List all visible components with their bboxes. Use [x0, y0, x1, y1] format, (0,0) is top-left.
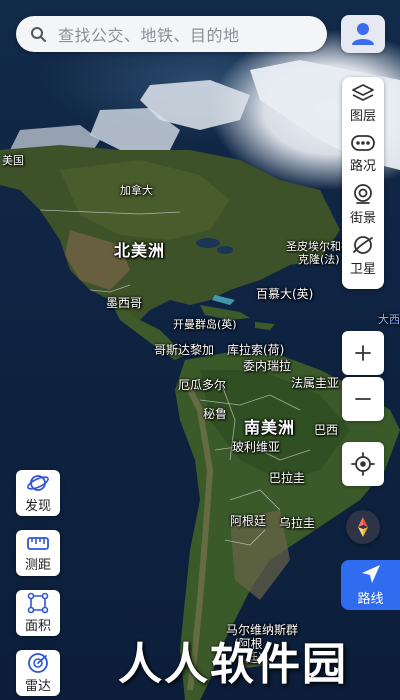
layers-icon	[352, 84, 374, 101]
measure-area-button[interactable]: 面积	[16, 590, 60, 636]
place-label-venezuela: 委内瑞拉	[243, 359, 292, 373]
area-icon	[27, 592, 49, 614]
place-label-paraguay: 巴拉圭	[269, 471, 306, 485]
my-location-button[interactable]	[342, 442, 384, 486]
ruler-icon	[27, 537, 49, 550]
satellite-icon	[353, 236, 373, 254]
route-label: 路线	[357, 592, 384, 607]
place-label-bolivia: 玻利维亚	[232, 440, 281, 454]
layer-button[interactable]: 图层	[342, 83, 384, 124]
layer-panel: 图层 路况 街景 卫星	[342, 77, 384, 289]
place-label-mexico: 墨西哥	[106, 296, 143, 310]
place-label-canada: 加拿大	[120, 184, 153, 197]
place-label-st-pierre-2: 克隆(法)	[298, 253, 340, 266]
place-label-south-america: 南美洲	[244, 418, 296, 437]
place-label-north-america: 北美洲	[114, 241, 166, 260]
measure-area-label: 面积	[24, 619, 51, 634]
measure-distance-button[interactable]: 测距	[16, 530, 60, 576]
place-label-ecuador: 厄瓜多尔	[178, 378, 227, 392]
traffic-label: 路况	[349, 159, 376, 174]
place-label-uruguay: 乌拉圭	[279, 516, 316, 530]
compass-icon	[358, 517, 368, 537]
layer-label: 图层	[349, 109, 376, 124]
minus-icon	[355, 398, 371, 400]
radar-icon	[28, 653, 48, 673]
plus-icon	[355, 345, 371, 361]
place-label-bermuda: 百慕大(英)	[256, 287, 314, 301]
satellite-label: 卫星	[349, 262, 376, 277]
street-view-button[interactable]: 街景	[342, 183, 384, 226]
discover-planet-icon	[27, 475, 49, 491]
traffic-icon	[351, 135, 375, 151]
place-label-costa-rica: 哥斯达黎加	[154, 343, 215, 357]
place-label-argentina: 阿根廷	[230, 514, 267, 528]
discover-button[interactable]: 发现	[16, 470, 60, 516]
search-icon	[31, 27, 46, 42]
traffic-button[interactable]: 路况	[342, 133, 384, 174]
radar-button[interactable]: 雷达	[16, 650, 60, 696]
satellite-map[interactable]: 美国 加拿大 北美洲 圣皮埃尔和密 克隆(法) 墨西哥 百慕大(英) 大西 开曼…	[0, 0, 400, 700]
crosshair-icon	[351, 452, 375, 476]
user-profile-button[interactable]	[341, 15, 385, 53]
route-button[interactable]: 路线	[341, 560, 400, 610]
navigation-arrow-icon	[361, 565, 380, 583]
measure-distance-label: 测距	[24, 558, 51, 573]
watermark-text: 人人软件园	[118, 639, 348, 690]
zoom-in-button[interactable]	[342, 331, 384, 375]
place-label-french-guiana: 法属圭亚	[291, 376, 340, 390]
street-view-icon	[354, 184, 372, 204]
street-view-label: 街景	[349, 211, 376, 226]
satellite-button[interactable]: 卫星	[342, 234, 384, 277]
place-label-cayman: 开曼群岛(英)	[173, 318, 237, 331]
place-label-peru: 秘鲁	[203, 407, 228, 421]
user-icon	[352, 23, 374, 45]
place-label-brazil: 巴西	[314, 423, 339, 437]
compass-button[interactable]	[346, 510, 380, 544]
place-label-usa: 美国	[2, 154, 24, 167]
search-placeholder[interactable]: 查找公交、地铁、目的地	[58, 22, 240, 46]
place-label-curacao: 库拉索(荷)	[227, 343, 285, 357]
radar-label: 雷达	[24, 679, 51, 694]
zoom-out-button[interactable]	[342, 377, 384, 421]
search-bar[interactable]: 查找公交、地铁、目的地	[16, 16, 327, 52]
place-label-atlantic: 大西	[378, 313, 400, 326]
discover-label: 发现	[24, 499, 51, 514]
